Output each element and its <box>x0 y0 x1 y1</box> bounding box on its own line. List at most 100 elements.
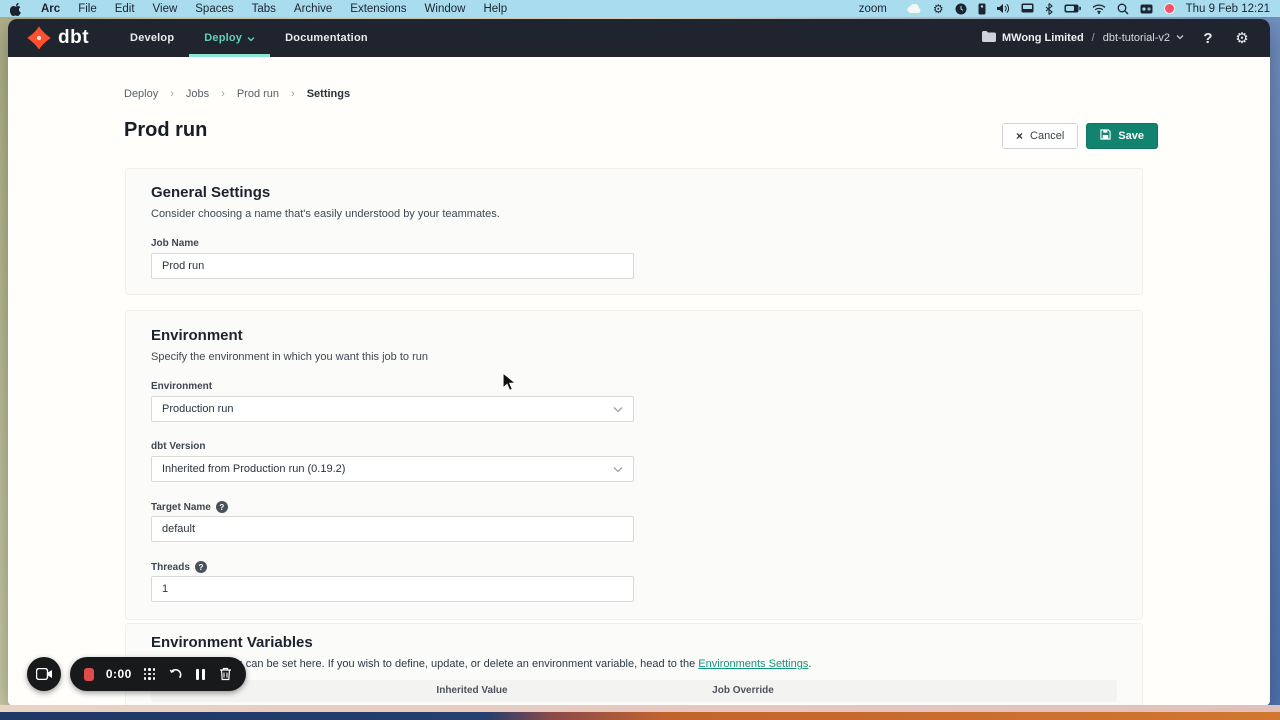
app-nav: Develop Deploy Documentation <box>115 19 383 57</box>
menubar-item-edit[interactable]: Edit <box>106 3 144 15</box>
breadcrumb: Deploy › Jobs › Prod run › Settings <box>124 88 350 100</box>
recording-timer: 0:00 <box>106 667 132 681</box>
target-name-label: Target Name ? <box>151 501 228 513</box>
video-camera-icon <box>36 668 53 680</box>
save-button[interactable]: Save <box>1086 123 1158 149</box>
help-icon: ? <box>1203 30 1212 47</box>
menubar-item-window[interactable]: Window <box>416 3 475 15</box>
env-vars-table-header: Inherited Value Job Override <box>151 680 1117 702</box>
gear-icon: ⚙ <box>1235 29 1248 47</box>
spotlight-search-icon[interactable] <box>1117 2 1129 15</box>
menubar-item-tabs[interactable]: Tabs <box>243 3 285 15</box>
save-disk-icon <box>1100 129 1111 143</box>
macos-menubar: Arc File Edit View Spaces Tabs Archive E… <box>0 0 1280 17</box>
environment-title: Environment <box>151 327 243 344</box>
recording-toolbar: 0:00 <box>70 657 246 691</box>
breadcrumb-deploy[interactable]: Deploy <box>124 88 158 100</box>
trash-icon <box>219 667 232 681</box>
menubar-item-extensions[interactable]: Extensions <box>341 3 415 15</box>
breadcrumb-separator-icon: › <box>170 88 174 100</box>
dbt-logo-icon <box>26 25 52 51</box>
environment-variables-description: Job level overrides can be set here. If … <box>151 658 811 670</box>
battery-icon[interactable] <box>1064 2 1081 15</box>
dbt-logo[interactable]: dbt <box>26 25 89 51</box>
breadcrumb-prod-run[interactable]: Prod run <box>237 88 279 100</box>
camera-toggle-button[interactable] <box>27 657 61 691</box>
project-separator: / <box>1092 32 1095 44</box>
environment-subtitle: Specify the environment in which you wan… <box>151 351 428 363</box>
general-settings-card: General Settings Consider choosing a nam… <box>125 168 1143 295</box>
column-job-override: Job Override <box>712 685 774 696</box>
desktop-wallpaper-bottom <box>0 712 1280 720</box>
menubar-zoom-label[interactable]: zoom <box>850 3 896 15</box>
general-settings-subtitle: Consider choosing a name that's easily u… <box>151 208 500 220</box>
chevron-down-icon <box>1176 32 1184 44</box>
job-name-input[interactable] <box>151 253 634 279</box>
pause-recording-button[interactable] <box>195 666 207 682</box>
settings-page: Deploy › Jobs › Prod run › Settings Prod… <box>8 57 1270 706</box>
menubar-item-view[interactable]: View <box>144 3 187 15</box>
environment-card: Environment Specify the environment in w… <box>125 310 1143 620</box>
menubar-item-help[interactable]: Help <box>474 3 516 15</box>
column-inherited-value: Inherited Value <box>436 685 507 696</box>
control-center-icon[interactable] <box>1140 2 1153 15</box>
nav-documentation[interactable]: Documentation <box>270 19 383 57</box>
wifi-icon[interactable] <box>1092 2 1106 15</box>
volume-icon[interactable] <box>997 2 1010 15</box>
folder-icon <box>982 31 996 45</box>
environment-select-label: Environment <box>151 381 212 392</box>
help-tooltip-icon[interactable]: ? <box>216 501 228 513</box>
nav-deploy[interactable]: Deploy <box>189 19 270 57</box>
nav-develop[interactable]: Develop <box>115 19 189 57</box>
menubar-clock[interactable]: Thu 9 Feb 12:21 <box>1186 3 1270 15</box>
cloud-icon[interactable] <box>907 2 922 15</box>
environments-settings-link[interactable]: Environments Settings <box>698 658 808 670</box>
lock-status-icon[interactable] <box>978 2 986 15</box>
project-name: dbt-tutorial-v2 <box>1103 32 1170 44</box>
threads-label: Threads ? <box>151 561 207 573</box>
desktop-wallpaper-strip <box>0 705 1280 712</box>
target-name-input[interactable] <box>151 516 634 542</box>
environment-variables-card: Environment Variables Job level override… <box>125 623 1143 706</box>
close-icon: × <box>1016 129 1023 143</box>
general-settings-title: General Settings <box>151 184 270 201</box>
display-icon[interactable] <box>1021 2 1034 15</box>
page-title: Prod run <box>124 119 207 142</box>
menubar-item-file[interactable]: File <box>69 3 106 15</box>
undo-icon <box>168 668 183 681</box>
browser-window: dbt Develop Deploy Documentation MWong L… <box>8 19 1270 706</box>
delete-recording-button[interactable] <box>219 666 232 682</box>
breadcrumb-separator-icon: › <box>221 88 225 100</box>
breadcrumb-separator-icon: › <box>291 88 295 100</box>
record-stop-button[interactable] <box>84 668 94 681</box>
bluetooth-icon[interactable] <box>1045 2 1053 15</box>
breadcrumb-jobs[interactable]: Jobs <box>186 88 209 100</box>
breadcrumb-settings: Settings <box>307 88 350 100</box>
menubar-app-name[interactable]: Arc <box>32 3 69 15</box>
apple-menu-icon[interactable] <box>10 2 22 16</box>
chevron-down-icon <box>613 466 623 473</box>
dbt-version-select[interactable]: Inherited from Production run (0.19.2) <box>151 456 634 482</box>
account-name: MWong Limited <box>1002 32 1084 44</box>
threads-input[interactable] <box>151 576 634 602</box>
help-button[interactable]: ? <box>1198 28 1218 48</box>
menubar-item-spaces[interactable]: Spaces <box>186 3 242 15</box>
clock-status-icon[interactable] <box>955 2 967 15</box>
screen-recording-indicator-icon[interactable] <box>1164 3 1175 14</box>
project-selector[interactable]: MWong Limited / dbt-tutorial-v2 <box>982 31 1184 45</box>
environment-select[interactable]: Production run <box>151 396 634 422</box>
dbt-version-label: dbt Version <box>151 441 205 452</box>
help-tooltip-icon[interactable]: ? <box>195 561 207 573</box>
pause-icon <box>196 669 205 680</box>
chevron-down-icon <box>613 406 623 413</box>
cancel-button[interactable]: × Cancel <box>1002 123 1078 149</box>
restart-recording-button[interactable] <box>168 666 183 682</box>
chevron-down-icon <box>247 34 255 42</box>
drag-handle-icon[interactable] <box>144 666 156 682</box>
menubar-item-archive[interactable]: Archive <box>285 3 341 15</box>
environment-variables-title: Environment Variables <box>151 634 313 651</box>
dbt-app-header: dbt Develop Deploy Documentation MWong L… <box>8 19 1270 57</box>
settings-button[interactable]: ⚙ <box>1232 28 1252 48</box>
job-name-label: Job Name <box>151 238 199 249</box>
settings-gear-icon[interactable]: ⚙ <box>933 2 944 15</box>
